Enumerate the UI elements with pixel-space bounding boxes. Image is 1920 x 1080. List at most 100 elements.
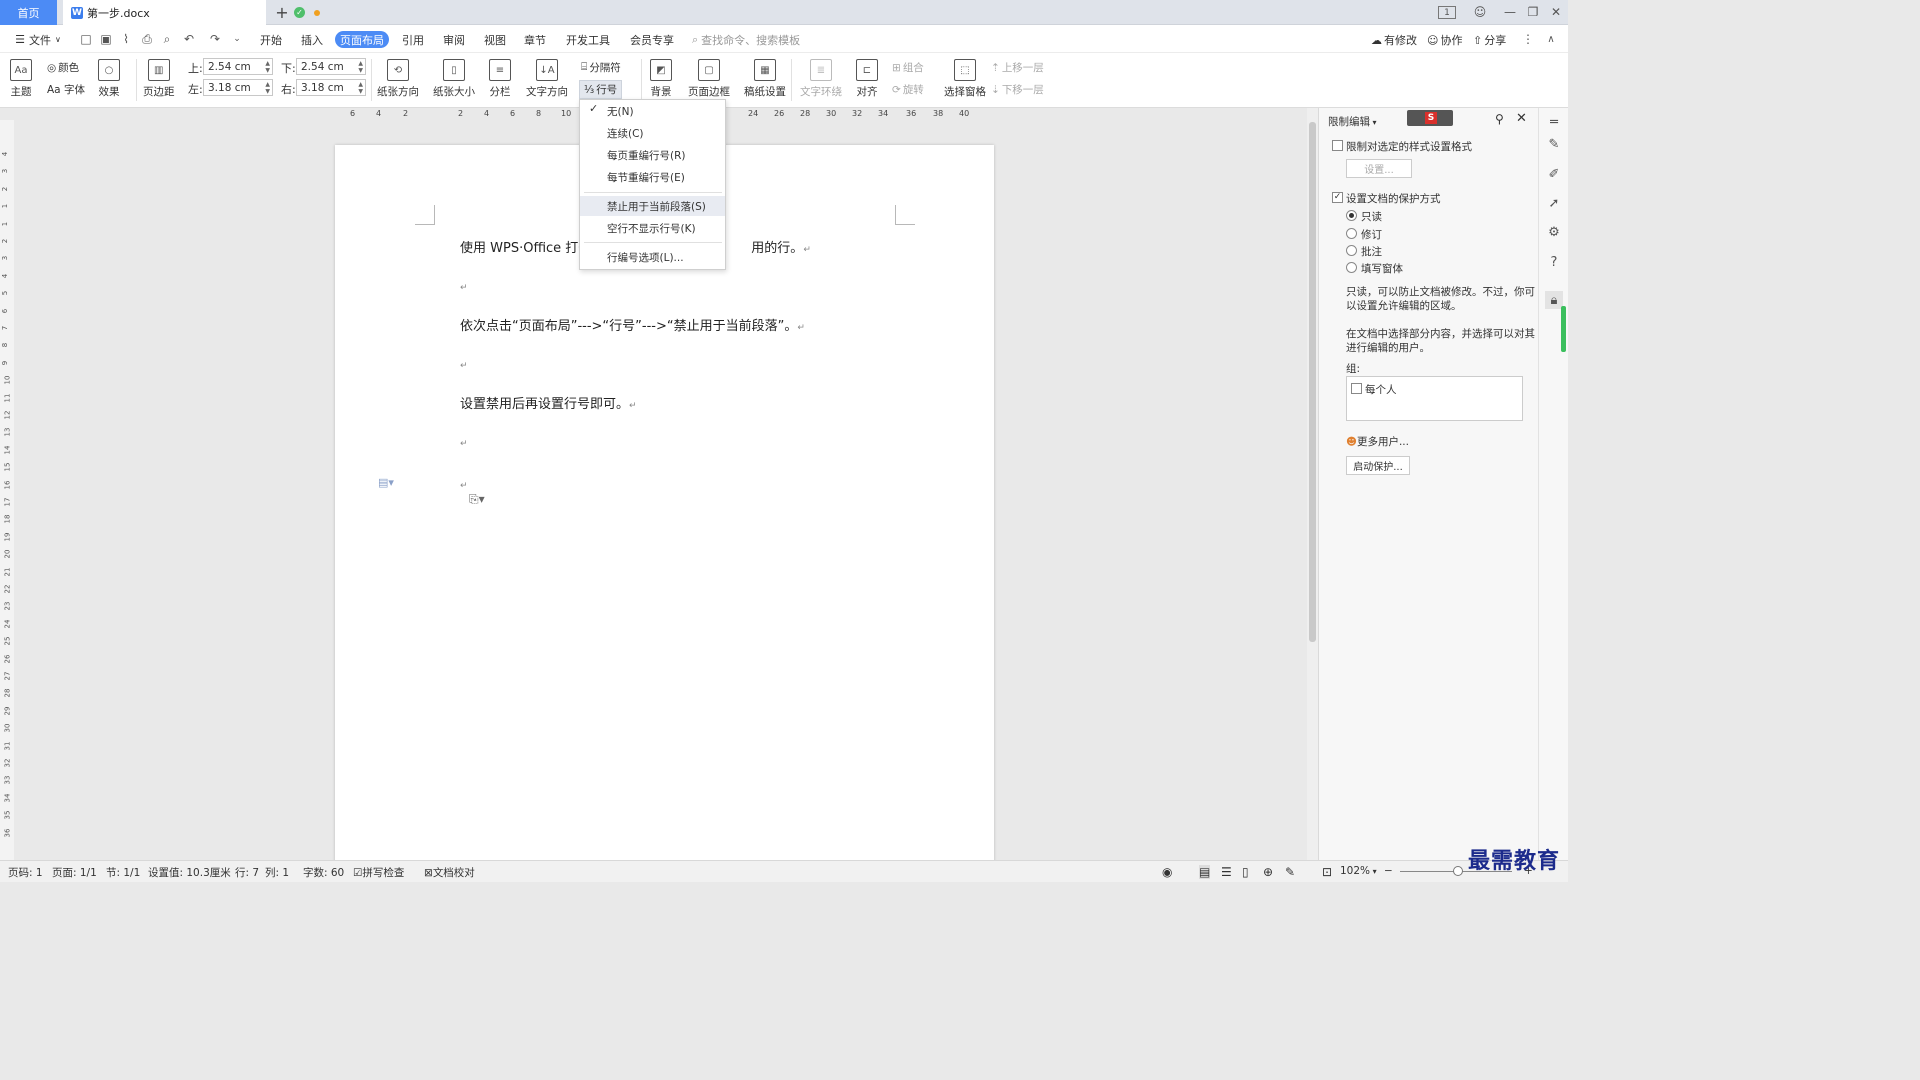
menu-insert[interactable]: 插入 bbox=[297, 31, 327, 48]
new-doc-icon[interactable]: □ bbox=[79, 32, 93, 46]
outline-view-icon[interactable]: ☰ bbox=[1221, 865, 1232, 879]
sidebar-collapse-icon[interactable]: ═ bbox=[1545, 113, 1563, 131]
tab-document[interactable]: W 第一步.docx ✓ bbox=[63, 0, 320, 25]
vertical-scrollbar[interactable] bbox=[1307, 108, 1318, 860]
line-number-continuous[interactable]: 连续(C) bbox=[580, 123, 725, 143]
command-search[interactable]: ⌕ 查找命令、搜索模板 bbox=[692, 32, 800, 47]
page-border-button[interactable]: ▢ 页面边框 bbox=[688, 59, 730, 99]
protect-checkbox[interactable]: ✓ bbox=[1332, 192, 1343, 203]
more-options-icon[interactable]: ⋮ bbox=[1521, 32, 1535, 46]
status-word-count[interactable]: 字数: 60 bbox=[303, 865, 344, 880]
scrollbar-thumb[interactable] bbox=[1309, 122, 1316, 642]
status-setting[interactable]: 设置值: 10.3厘米 bbox=[148, 865, 231, 880]
pen-mode-icon[interactable]: ✎ bbox=[1285, 865, 1295, 879]
print-preview-icon[interactable]: ⌕ bbox=[160, 32, 174, 46]
paragraph-3[interactable]: 设置禁用后再设置行号即可。↵ bbox=[460, 393, 637, 412]
page-view-icon[interactable]: ▤ bbox=[1199, 865, 1211, 879]
user-avatar[interactable]: ☺ bbox=[1472, 4, 1488, 20]
doc-proof-button[interactable]: ⊠文档校对 bbox=[424, 865, 475, 880]
eye-protect-icon[interactable]: ◉ bbox=[1162, 865, 1172, 879]
zoom-out-icon[interactable]: − bbox=[1384, 865, 1393, 877]
collaborate-button[interactable]: ☺ 协作 bbox=[1427, 32, 1462, 48]
menu-chapter[interactable]: 章节 bbox=[520, 31, 550, 48]
redo-icon[interactable]: ↷ bbox=[208, 32, 222, 46]
orientation-button[interactable]: ⟲ 纸张方向 bbox=[377, 59, 419, 99]
paragraph-handle-icon[interactable]: ▤▾ bbox=[378, 476, 394, 489]
status-page[interactable]: 页码: 1 bbox=[8, 865, 43, 880]
font-theme-button[interactable]: Aa 字体 bbox=[47, 82, 85, 97]
line-number-button[interactable]: ⅓ 行号 bbox=[579, 80, 623, 99]
bring-forward-button[interactable]: ⇡ 上移一层 bbox=[991, 60, 1044, 75]
reading-view-icon[interactable]: ▯ bbox=[1242, 865, 1249, 879]
menu-page-layout[interactable]: 页面布局 bbox=[335, 31, 389, 48]
status-line[interactable]: 行: 7 bbox=[235, 865, 259, 880]
comment-radio[interactable] bbox=[1346, 245, 1357, 256]
text-wrap-button[interactable]: ≣ 文字环绕 bbox=[800, 59, 842, 99]
track-radio[interactable] bbox=[1346, 228, 1357, 239]
line-number-suppress[interactable]: 禁止用于当前段落(S) bbox=[580, 196, 725, 216]
tab-home[interactable]: 首页 bbox=[0, 0, 57, 25]
group-button[interactable]: ⊞ 组合 bbox=[892, 60, 924, 75]
print-icon[interactable]: ⎙ bbox=[140, 32, 154, 46]
line-number-none[interactable]: ✓ 无(N) bbox=[580, 101, 725, 121]
status-section[interactable]: 节: 1/1 bbox=[106, 865, 140, 880]
restore-icon[interactable]: ❐ bbox=[1526, 4, 1540, 20]
pen-icon[interactable]: ✐ bbox=[1545, 165, 1563, 183]
readonly-radio[interactable] bbox=[1346, 210, 1357, 221]
form-radio[interactable] bbox=[1346, 262, 1357, 273]
align-button[interactable]: ⊏ 对齐 bbox=[856, 59, 878, 99]
web-view-icon[interactable]: ⊕ bbox=[1263, 865, 1273, 879]
margins-button[interactable]: ▥ 页边距 bbox=[143, 59, 175, 99]
minimize-icon[interactable]: — bbox=[1503, 4, 1517, 20]
separator-button[interactable]: ⌸ 分隔符 bbox=[581, 60, 621, 75]
modified-button[interactable]: ☁ 有修改 bbox=[1371, 32, 1417, 48]
columns-button[interactable]: ≡ 分栏 bbox=[489, 59, 511, 99]
line-number-restart-page[interactable]: 每页重编行号(R) bbox=[580, 145, 725, 165]
spell-check-button[interactable]: ☑拼写检查 bbox=[353, 865, 404, 880]
selection-pane-button[interactable]: ⬚ 选择窗格 bbox=[944, 59, 986, 99]
select-cursor-icon[interactable]: ➚ bbox=[1545, 194, 1563, 212]
ime-toolbar[interactable]: S bbox=[1407, 110, 1453, 126]
color-button[interactable]: ◎ 颜色 bbox=[47, 60, 79, 75]
line-number-options[interactable]: 行编号选项(L)... bbox=[580, 247, 725, 267]
menu-references[interactable]: 引用 bbox=[398, 31, 428, 48]
line-number-restart-section[interactable]: 每节重编行号(E) bbox=[580, 167, 725, 187]
menu-start[interactable]: 开始 bbox=[256, 31, 286, 48]
more-users-link[interactable]: ☻更多用户... bbox=[1346, 434, 1409, 449]
new-tab-button[interactable]: + bbox=[273, 2, 291, 22]
theme-button[interactable]: Aa 主题 bbox=[10, 59, 32, 99]
left-margin-input[interactable]: 3.18 cm ▲ ▼ bbox=[203, 79, 273, 96]
right-margin-input[interactable]: 3.18 cm ▲ ▼ bbox=[296, 79, 366, 96]
background-button[interactable]: ◩ 背景 bbox=[650, 59, 672, 99]
collapse-ribbon-icon[interactable]: ∧ bbox=[1544, 32, 1558, 46]
menu-member[interactable]: 会员专享 bbox=[626, 31, 678, 48]
paper-size-button[interactable]: ▯ 纸张大小 bbox=[433, 59, 475, 99]
close-icon[interactable]: ✕ bbox=[1549, 4, 1563, 20]
help-icon[interactable]: ? bbox=[1545, 253, 1563, 271]
paragraph-2[interactable]: 依次点击“页面布局”--->“行号”--->“禁止用于当前段落”。↵ bbox=[460, 315, 805, 334]
draft-paper-button[interactable]: ▦ 稿纸设置 bbox=[744, 59, 786, 99]
status-column[interactable]: 列: 1 bbox=[265, 865, 289, 880]
menu-developer[interactable]: 开发工具 bbox=[562, 31, 614, 48]
paste-options-icon[interactable]: ⎘▾ bbox=[469, 492, 485, 507]
bottom-margin-input[interactable]: 2.54 cm ▲ ▼ bbox=[296, 58, 366, 75]
send-backward-button[interactable]: ⇣ 下移一层 bbox=[991, 82, 1044, 97]
effect-button[interactable]: ○ 效果 bbox=[98, 59, 120, 99]
save-icon[interactable]: ▣ bbox=[99, 32, 113, 46]
text-direction-button[interactable]: ↓A 文字方向 bbox=[526, 59, 568, 99]
zoom-level[interactable]: 102% ▾ bbox=[1340, 865, 1377, 877]
fit-page-icon[interactable]: ⊡ bbox=[1322, 865, 1332, 879]
undo-icon[interactable]: ↶ bbox=[182, 32, 196, 46]
style-icon[interactable]: ✎ bbox=[1545, 135, 1563, 153]
status-pages[interactable]: 页面: 1/1 bbox=[52, 865, 97, 880]
vertical-ruler[interactable]: 4 3 2 1 1 2 3 4 5 6 7 8 9 10 11 12 13 14 15 16 17 18 19 20 21 22 2… bbox=[0, 120, 14, 860]
top-margin-input[interactable]: 2.54 cm ▲ ▼ bbox=[203, 58, 273, 75]
share-button[interactable]: ⇧ 分享 bbox=[1473, 32, 1506, 48]
rotate-button[interactable]: ⟳ 旋转 bbox=[892, 82, 924, 97]
line-number-skip-blank[interactable]: 空行不显示行号(K) bbox=[580, 218, 725, 238]
window-count-icon[interactable]: 1 bbox=[1438, 6, 1456, 19]
panel-close-icon[interactable]: ✕ bbox=[1516, 111, 1527, 126]
panel-title[interactable]: 限制编辑 ▾ bbox=[1328, 114, 1377, 129]
everyone-checkbox[interactable] bbox=[1351, 383, 1362, 394]
menu-view[interactable]: 视图 bbox=[480, 31, 510, 48]
